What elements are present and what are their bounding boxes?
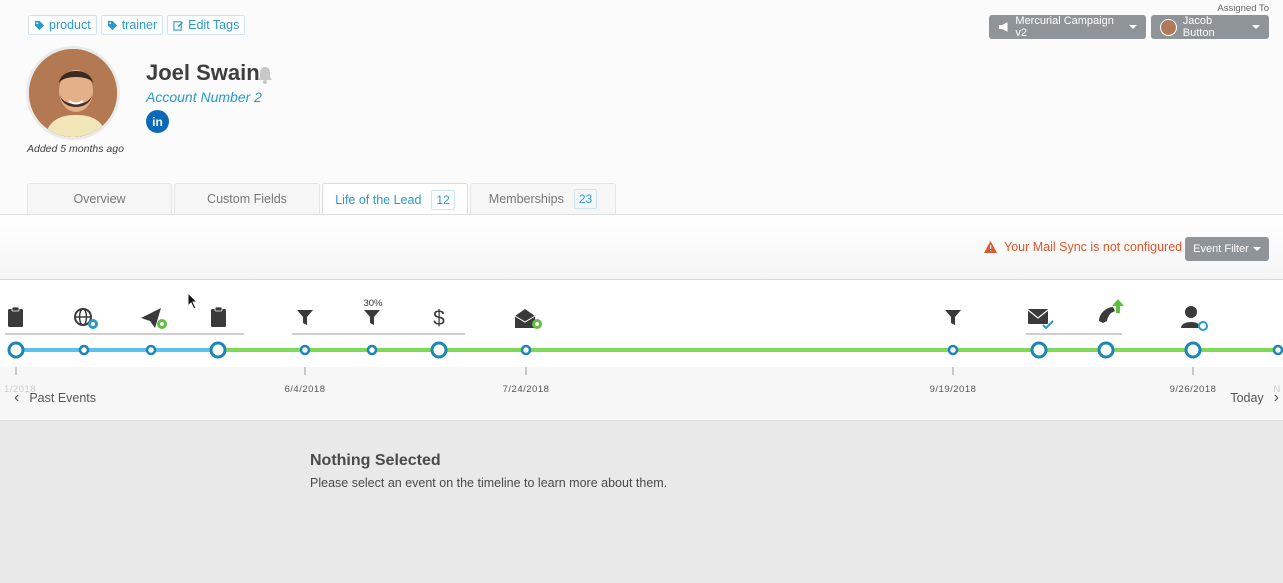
tab-label: Life of the Lead	[335, 192, 422, 207]
envelope-open-gear-icon[interactable]	[514, 309, 542, 329]
empty-state-message: Please select an event on the timeline t…	[310, 476, 668, 490]
date-label: 6/4/2018	[284, 384, 326, 395]
tab-count-badge: 23	[573, 189, 598, 209]
event-detail-panel	[0, 421, 1283, 583]
chevron-down-icon	[1129, 25, 1137, 29]
timeline-node[interactable]	[366, 344, 378, 356]
campaign-dropdown[interactable]: Mercurial Campaign v2	[989, 15, 1146, 39]
warning-icon	[984, 241, 997, 253]
timeline-node[interactable]	[1030, 341, 1048, 359]
timeline-node[interactable]	[7, 341, 25, 359]
timeline-axis	[0, 367, 1283, 421]
clipboard-icon[interactable]	[8, 306, 23, 327]
mail-sync-alert[interactable]: Your Mail Sync is not configured	[984, 240, 1182, 254]
mail-sync-text: Your Mail Sync is not configured	[1004, 240, 1183, 254]
added-date: Added 5 months ago	[27, 143, 124, 155]
user-avatar	[1160, 18, 1177, 36]
today-label: Today	[1230, 391, 1264, 405]
profile-header: product trainer Edit Tags Added 5 months…	[0, 0, 1283, 215]
edit-tags-button[interactable]: Edit Tags	[167, 15, 246, 35]
tag-icon	[34, 20, 45, 30]
date-label: 9/19/2018	[929, 384, 977, 395]
timeline-node[interactable]	[1272, 344, 1283, 356]
user-sync-icon[interactable]	[1181, 306, 1208, 331]
assigned-user-dropdown[interactable]: Jacob Button	[1151, 15, 1269, 39]
date-label: 9/26/2018	[1169, 384, 1217, 395]
tag-icon	[107, 20, 117, 30]
bell-icon[interactable]	[255, 65, 275, 85]
paper-plane-gear-icon[interactable]	[141, 308, 167, 329]
tag-list: product trainer Edit Tags	[28, 15, 246, 35]
tag-trainer[interactable]: trainer	[100, 15, 164, 35]
today-button[interactable]: Today ›	[1230, 389, 1279, 407]
tag-label: trainer	[121, 18, 158, 32]
mouse-cursor-icon	[187, 292, 199, 310]
tab-label: Custom Fields	[207, 192, 287, 206]
avatar	[26, 46, 120, 140]
tag-label: product	[49, 18, 91, 32]
funnel-icon[interactable]	[297, 310, 313, 325]
avatar-photo	[29, 49, 117, 137]
timeline-node[interactable]	[1097, 341, 1115, 359]
conversion-percent-label: 30%	[363, 298, 383, 309]
funnel-icon[interactable]	[945, 310, 961, 325]
tab-label: Overview	[73, 192, 126, 206]
lead-name: Joel Swain	[146, 60, 260, 85]
linkedin-icon[interactable]: in	[146, 110, 169, 133]
timeline-node[interactable]	[145, 344, 157, 356]
timeline-node[interactable]	[1184, 341, 1202, 359]
past-events-button[interactable]: ‹ Past Events	[14, 389, 96, 407]
timeline-node[interactable]	[430, 341, 448, 359]
axis-ticks	[15, 367, 1194, 375]
date-label: 7/24/2018	[502, 384, 550, 395]
timeline-node[interactable]	[520, 344, 532, 356]
chevron-left-icon: ‹	[14, 389, 20, 406]
globe-gear-icon[interactable]	[74, 308, 98, 329]
envelope-check-icon[interactable]	[1027, 309, 1054, 330]
clipboard-icon[interactable]	[211, 306, 226, 327]
edit-icon	[173, 20, 184, 31]
tab-life-of-the-lead[interactable]: Life of the Lead 12	[322, 183, 468, 215]
campaign-label: Mercurial Campaign v2	[1015, 15, 1114, 39]
profile-tabs: Overview Custom Fields Life of the Lead …	[27, 183, 616, 215]
tab-count-badge: 12	[431, 189, 455, 210]
timeline-node[interactable]	[947, 344, 959, 356]
past-events-label: Past Events	[29, 391, 97, 405]
dollar-icon[interactable]: $	[433, 307, 445, 330]
tag-product[interactable]: product	[28, 15, 97, 35]
funnel-icon[interactable]	[364, 310, 380, 325]
chevron-right-icon: ›	[1273, 389, 1279, 406]
tab-memberships[interactable]: Memberships 23	[470, 183, 616, 214]
tab-overview[interactable]: Overview	[27, 183, 172, 214]
assigned-user-label: Jacob Button	[1182, 15, 1215, 39]
event-filter-label: Event Filter	[1193, 243, 1249, 255]
timeline-node[interactable]	[209, 341, 227, 359]
timeline-node[interactable]	[299, 344, 311, 356]
event-filter-button[interactable]: Event Filter	[1185, 237, 1269, 261]
empty-state-title: Nothing Selected	[310, 452, 441, 469]
svg-text:$: $	[433, 307, 445, 330]
assigned-to-label: Assigned To	[1217, 3, 1269, 14]
timeline-node[interactable]	[78, 344, 90, 356]
account-link[interactable]: Account Number 2	[146, 89, 262, 105]
chevron-down-icon	[1252, 247, 1261, 251]
lead-profile-page: product trainer Edit Tags Added 5 months…	[0, 0, 1283, 583]
tab-label: Memberships	[488, 192, 564, 206]
megaphone-icon	[998, 22, 1008, 32]
phone-up-icon[interactable]	[1099, 299, 1124, 323]
edit-tags-label: Edit Tags	[188, 18, 240, 32]
tab-custom-fields[interactable]: Custom Fields	[174, 183, 320, 214]
chevron-down-icon	[1252, 25, 1260, 29]
